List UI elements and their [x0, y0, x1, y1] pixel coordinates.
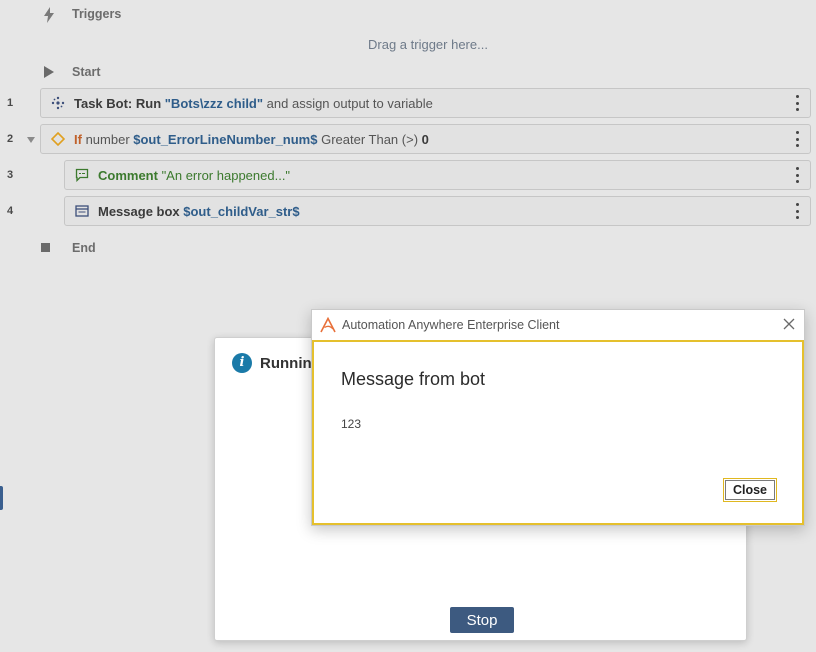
if-diamond-icon	[49, 130, 67, 148]
line-number: 4	[6, 205, 14, 217]
row-menu-icon[interactable]	[794, 203, 800, 219]
collapse-caret-icon[interactable]	[27, 137, 35, 143]
row-menu-icon[interactable]	[794, 131, 800, 147]
message-dialog: Automation Anywhere Enterprise Client Me…	[311, 309, 805, 526]
message-box-icon	[73, 202, 91, 220]
action-row-if[interactable]: If number $out_ErrorLineNumber_num$ Grea…	[40, 124, 811, 154]
close-icon[interactable]	[782, 317, 796, 331]
stop-button[interactable]: Stop	[450, 607, 514, 633]
action-text: Comment "An error happened..."	[98, 167, 291, 183]
triggers-label: Triggers	[72, 7, 122, 21]
dialog-body: Message from bot 123 Close	[312, 340, 804, 525]
stop-square-icon	[41, 243, 50, 252]
action-row-comment[interactable]: Comment "An error happened..."	[64, 160, 811, 190]
dialog-titlebar[interactable]: Automation Anywhere Enterprise Client	[312, 310, 804, 340]
action-row-task-bot[interactable]: Task Bot: Run "Bots\zzz child" and assig…	[40, 88, 811, 118]
play-icon	[44, 66, 54, 78]
action-row-message-box[interactable]: Message box $out_childVar_str$	[64, 196, 811, 226]
side-panel-tab[interactable]	[0, 486, 3, 510]
dialog-window-title: Automation Anywhere Enterprise Client	[342, 318, 560, 332]
row-menu-icon[interactable]	[794, 95, 800, 111]
line-number: 3	[6, 169, 14, 181]
action-text: If number $out_ErrorLineNumber_num$ Grea…	[74, 131, 429, 147]
line-number: 1	[6, 97, 14, 109]
line-number: 2	[6, 133, 14, 145]
trigger-drop-zone[interactable]: Drag a trigger here...	[368, 37, 488, 52]
end-label: End	[72, 241, 96, 255]
start-label: Start	[72, 65, 101, 79]
row-menu-icon[interactable]	[794, 167, 800, 183]
action-text: Message box $out_childVar_str$	[98, 203, 300, 219]
message-text: 123	[341, 417, 362, 431]
info-icon: i	[232, 353, 252, 373]
automation-anywhere-logo-icon	[320, 317, 336, 333]
comment-icon	[73, 166, 91, 184]
message-heading: Message from bot	[341, 369, 486, 389]
action-text: Task Bot: Run "Bots\zzz child" and assig…	[74, 95, 433, 111]
close-button[interactable]: Close	[723, 478, 777, 502]
task-bot-icon	[49, 94, 67, 112]
lightning-icon	[44, 7, 54, 23]
